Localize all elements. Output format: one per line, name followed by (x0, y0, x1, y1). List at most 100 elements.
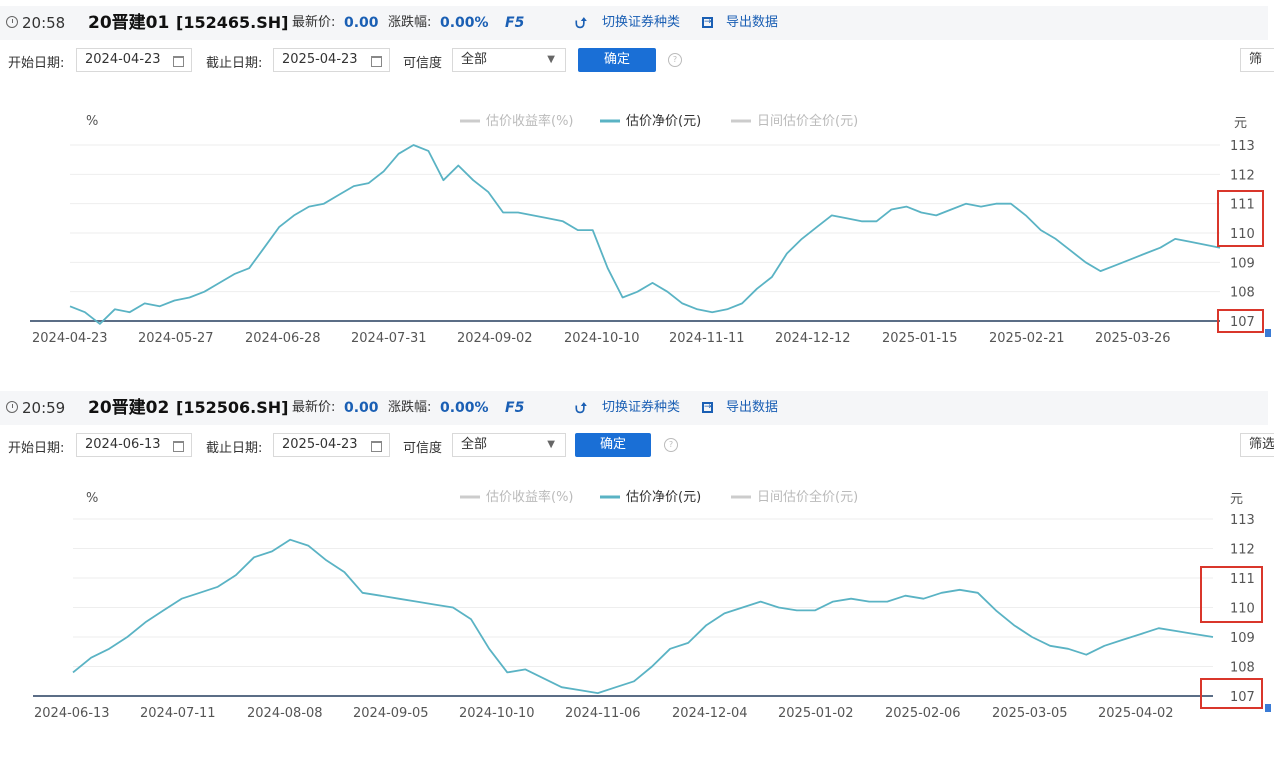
start-date-value: 2024-06-13 (85, 437, 161, 452)
bond-code: [152465.SH] (176, 13, 289, 32)
x-tick-label: 2024-11-06 (565, 706, 641, 720)
title-bar: 20:59 20晋建02 [152506.SH] 最新价: 0.00 涨跌幅: … (0, 391, 1268, 425)
end-date-input[interactable]: 2025-04-23 (273, 433, 390, 457)
x-tick-label: 2024-07-11 (140, 706, 216, 720)
left-axis-unit: % (86, 491, 98, 506)
export-icon[interactable]: → (702, 402, 713, 413)
y-tick-label: 112 (1230, 543, 1255, 558)
y-tick-label: 111 (1230, 572, 1255, 587)
latest-price-value: 0.00 (344, 15, 379, 31)
legend-item: 估价净价(元) (626, 114, 701, 129)
screen-button[interactable]: 筛 (1240, 48, 1274, 72)
latest-price-value: 0.00 (344, 400, 379, 416)
x-tick-label: 2025-03-05 (992, 706, 1068, 720)
bond-name: 20晋建01 (88, 13, 170, 33)
chevron-down-icon: ▼ (547, 54, 555, 65)
start-date-input[interactable]: 2024-06-13 (76, 433, 192, 457)
confirm-button[interactable]: 确定 (575, 433, 651, 457)
bond-code: [152506.SH] (176, 398, 289, 417)
legend-item: 日间估价全价(元) (757, 489, 858, 505)
price-chart: 107 108 109 110 111 112 113% 元 估价收益率(%) 估价净价(元) 日间… (8, 467, 1274, 721)
switch-security-type-link[interactable]: 切换证券种类 (602, 6, 680, 40)
x-tick-label: 2025-02-06 (885, 706, 961, 720)
y-tick-label: 109 (1230, 256, 1255, 271)
y-tick-label: 111 (1230, 198, 1255, 213)
confidence-value: 全部 (461, 52, 488, 67)
clock-icon (6, 16, 18, 28)
change-value: 0.00% (440, 15, 489, 31)
bond-panel-2: 20:59 20晋建02 [152506.SH] 最新价: 0.00 涨跌幅: … (0, 385, 1274, 721)
y-tick-label: 110 (1230, 227, 1255, 242)
x-tick-label: 2025-01-02 (778, 706, 854, 720)
x-tick-label: 2024-06-28 (245, 331, 321, 346)
x-tick-label: 2024-08-08 (247, 706, 323, 720)
calendar-icon[interactable] (371, 56, 382, 67)
screen-button[interactable]: 筛选 (1240, 433, 1274, 457)
confidence-select[interactable]: 全部 ▼ (452, 48, 566, 72)
x-tick-label: 2025-01-15 (882, 331, 958, 346)
confidence-value: 全部 (461, 437, 488, 452)
switch-icon[interactable]: ⮍ (575, 391, 587, 425)
start-date-input[interactable]: 2024-04-23 (76, 48, 192, 72)
start-date-label: 开始日期: (8, 56, 65, 71)
x-tick-label: 2025-03-26 (1095, 331, 1171, 346)
y-tick-label: 107 (1230, 315, 1255, 330)
confidence-label: 可信度 (403, 56, 443, 71)
x-tick-label: 2025-02-21 (989, 331, 1065, 346)
change-label: 涨跌幅: (388, 400, 432, 415)
end-date-input[interactable]: 2025-04-23 (273, 48, 390, 72)
start-date-label: 开始日期: (8, 441, 65, 456)
end-date-label: 截止日期: (206, 441, 263, 456)
y-tick-label: 113 (1230, 139, 1255, 154)
x-tick-label: 2024-05-27 (138, 331, 214, 346)
price-chart-svg: 107 108 109 110 111 112 113% 元 估价收益率(%) 估价净价(元) 日间… (33, 489, 1271, 721)
y-tick-label: 109 (1230, 631, 1255, 646)
switch-icon[interactable]: ⮍ (575, 6, 587, 40)
time-text: 20:59 (22, 399, 66, 417)
help-icon[interactable]: ? (668, 53, 682, 67)
bond-panel-1: 20:58 20晋建01 [152465.SH] 最新价: 0.00 涨跌幅: … (0, 0, 1274, 350)
export-icon[interactable]: → (702, 17, 713, 28)
y-tick-label: 112 (1230, 168, 1255, 183)
latest-price-label: 最新价: (292, 15, 336, 30)
y-tick-label: 108 (1230, 286, 1255, 301)
x-tick-label: 2024-10-10 (459, 706, 535, 720)
right-axis-unit: 元 (1230, 492, 1243, 507)
f5-hint[interactable]: F5 (505, 391, 524, 425)
y-tick-label: 110 (1230, 602, 1255, 617)
change-value: 0.00% (440, 400, 489, 416)
confidence-label: 可信度 (403, 441, 443, 456)
f5-hint[interactable]: F5 (505, 6, 524, 40)
x-tick-label: 2024-11-11 (669, 331, 745, 346)
bond-name: 20晋建02 (88, 398, 170, 418)
confirm-button[interactable]: 确定 (578, 48, 656, 72)
series-line-net-price (69, 144, 1221, 325)
export-data-link[interactable]: 导出数据 (726, 6, 778, 40)
legend-item: 日间估价全价(元) (757, 113, 858, 129)
x-tick-label: 2024-06-13 (34, 706, 110, 720)
price-chart-svg: 107 108 109 110 111 112 113% 元 估价收益率(%) 估价净价(元) 日间… (30, 113, 1271, 346)
y-tick-label: 113 (1230, 513, 1255, 528)
filter-bar: 开始日期: 2024-04-23 截止日期: 2025-04-23 可信度 全部… (0, 44, 1274, 76)
x-tick-label: 2024-04-23 (32, 331, 108, 346)
x-tick-label: 2024-12-04 (672, 706, 748, 720)
calendar-icon[interactable] (371, 441, 382, 452)
confidence-select[interactable]: 全部 ▼ (452, 433, 566, 457)
legend-item: 估价收益率(%) (486, 489, 574, 505)
end-date-value: 2025-04-23 (282, 52, 358, 67)
help-icon[interactable]: ? (664, 438, 678, 452)
calendar-icon[interactable] (173, 441, 184, 452)
scroll-handle-icon (1265, 704, 1271, 712)
legend-item: 估价收益率(%) (486, 113, 574, 129)
export-data-link[interactable]: 导出数据 (726, 391, 778, 425)
x-tick-label: 2024-10-10 (564, 331, 640, 346)
scroll-handle-icon (1265, 329, 1271, 337)
time-text: 20:58 (22, 14, 66, 32)
calendar-icon[interactable] (173, 56, 184, 67)
x-tick-label: 2025-04-02 (1098, 706, 1174, 720)
switch-security-type-link[interactable]: 切换证券种类 (602, 391, 680, 425)
legend-item: 估价净价(元) (626, 490, 701, 505)
y-tick-label: 108 (1230, 661, 1255, 676)
start-date-value: 2024-04-23 (85, 52, 161, 67)
left-axis-unit: % (86, 114, 98, 129)
